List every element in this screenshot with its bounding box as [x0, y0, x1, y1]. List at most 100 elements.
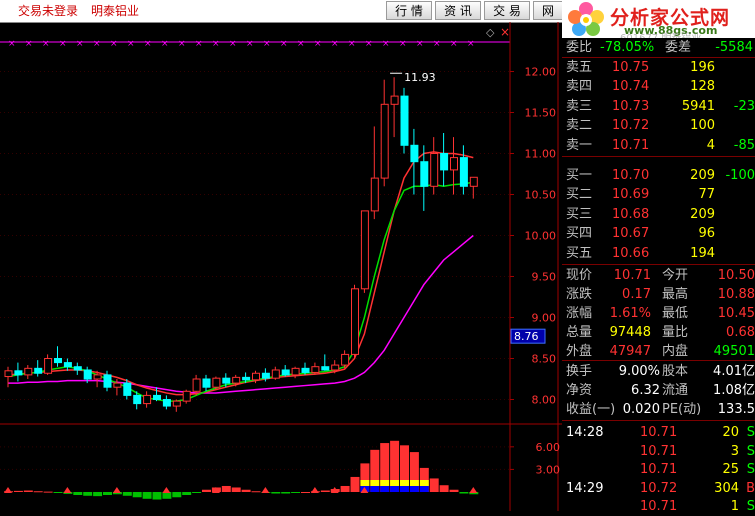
tick-time: 14:29 [566, 480, 604, 496]
ask-row[interactable]: 卖五 10.75 196 [562, 58, 755, 77]
indicator-bar [370, 480, 380, 486]
indicator-bar [251, 491, 261, 493]
indicator-bar [281, 492, 291, 494]
bid-row[interactable]: 买四 10.67 96 [562, 224, 755, 243]
flower-logo-icon [568, 2, 604, 36]
fund-label: 换手 [566, 364, 593, 379]
bid-row[interactable]: 买一 10.70 209 -100 [562, 166, 755, 185]
marker-dot-icon: × [212, 39, 220, 49]
tick-volume: 25 [722, 462, 739, 477]
candle-body [440, 153, 449, 171]
ask-price: 10.72 [612, 118, 650, 134]
login-status[interactable]: 交易未登录 [18, 2, 78, 19]
candle-body [331, 364, 340, 371]
ask-price: 10.71 [612, 137, 650, 153]
stat-value: 1.61% [609, 306, 651, 321]
indicator-bar [142, 492, 152, 499]
bid-row[interactable]: 买三 10.68 209 [562, 205, 755, 224]
bid-price: 10.69 [612, 187, 650, 203]
marker-dot-icon: × [195, 39, 203, 49]
price-tick-label: 10.00 [525, 230, 557, 243]
indicator-bar [83, 492, 93, 496]
ask-row[interactable]: 卖一 10.71 4 -85 [562, 136, 755, 155]
candle-body [360, 210, 369, 290]
ask-label: 卖四 [566, 79, 593, 95]
divider [562, 156, 755, 157]
price-tick-label: 9.50 [532, 271, 557, 284]
bid-row[interactable]: 买五 10.66 194 [562, 244, 755, 263]
price-tick-label: 10.50 [525, 189, 557, 202]
indicator-bar [132, 492, 142, 498]
bid-price: 10.68 [612, 206, 650, 222]
fund-value: 9.00% [618, 364, 660, 379]
indicator-bar [380, 486, 390, 492]
ask-row[interactable]: 卖二 10.72 100 [562, 116, 755, 135]
candle-body [311, 366, 320, 373]
ask-row[interactable]: 卖四 10.74 128 [562, 77, 755, 96]
bid-change: -100 [725, 168, 755, 183]
candle-body [93, 374, 102, 380]
stat-label: 今开 [662, 268, 689, 283]
tab-web[interactable]: 网 [533, 1, 563, 20]
order-ratio-label: 委比 [566, 40, 593, 55]
tick-volume: 3 [730, 443, 739, 459]
up-arrow-icon [469, 487, 478, 493]
indicator-bar [409, 486, 419, 492]
candle-body [380, 103, 389, 179]
marker-dot-icon: × [365, 39, 373, 49]
ask-row[interactable]: 卖三 10.73 5941 -23 [562, 97, 755, 116]
marker-dot-icon: × [161, 39, 169, 49]
close-icon: × [500, 25, 510, 39]
tick-side: S [746, 462, 755, 477]
fund-label: 收益(一) [566, 402, 616, 417]
indicator-bar [23, 490, 33, 492]
marker-dot-icon: × [42, 39, 50, 49]
candle-body [390, 95, 399, 105]
fund-value: 0.020 [622, 402, 660, 417]
ask-volume: 100 [690, 118, 715, 134]
bid-label: 买四 [566, 226, 593, 242]
indicator-bar [172, 492, 182, 498]
indicator-bar [122, 492, 132, 496]
tab-market[interactable]: 行 情 [386, 1, 432, 20]
stock-name[interactable]: 明泰铝业 [91, 2, 139, 19]
tick-volume: 1 [730, 499, 739, 514]
quote-panel: 委比 -78.05% 委差 -5584 卖五 10.75 196 卖四 10.74 128… [562, 38, 755, 514]
kline-chart[interactable]: ◇ × 12.00 11.50 11.00 10.50 10.00 9.50 9.00 8.5… [0, 22, 562, 511]
up-arrow-icon [162, 487, 171, 493]
bid-label: 买五 [566, 245, 593, 261]
indicator-bar [400, 486, 409, 492]
indicator-bar [231, 487, 241, 492]
indicator-tick-label: 3.00 [536, 463, 561, 476]
candle-body [133, 394, 142, 405]
indicator-bar [429, 478, 439, 492]
tick-time: 14:28 [566, 425, 604, 440]
ask-volume: 196 [690, 60, 715, 75]
candle-body [212, 377, 221, 388]
stat-row: 现价 10.71 今开 10.50 [562, 266, 755, 285]
indicator-tick-label: 6.00 [536, 441, 561, 454]
ask-label: 卖一 [566, 137, 593, 153]
candle-body [44, 358, 53, 374]
stat-value: 0.17 [622, 287, 651, 302]
indicator-bar [390, 486, 400, 492]
scroll-marker-icon: ◇ [486, 26, 495, 39]
stat-label: 最高 [662, 287, 689, 302]
price-tick-label: 11.50 [525, 107, 557, 120]
bid-row[interactable]: 买二 10.69 77 [562, 185, 755, 204]
candle-body [291, 367, 300, 376]
tick-side: B [746, 480, 755, 496]
ask-price: 10.73 [612, 98, 650, 114]
stat-label: 内盘 [662, 344, 689, 359]
tab-news[interactable]: 资 讯 [435, 1, 481, 20]
indicator-bar [192, 492, 202, 493]
stat-label: 外盘 [566, 344, 593, 359]
indicator-bar [162, 492, 172, 499]
candle-body [54, 358, 62, 364]
candle-body [400, 95, 409, 146]
fundamental-row: 收益(一) 0.020 PE(动) 133.5 [562, 400, 755, 419]
candle-body [222, 377, 231, 384]
ask-label: 卖五 [566, 60, 593, 75]
tick-row: 14:28 10.71 20 S [562, 423, 755, 442]
tab-trade[interactable]: 交 易 [484, 1, 530, 20]
